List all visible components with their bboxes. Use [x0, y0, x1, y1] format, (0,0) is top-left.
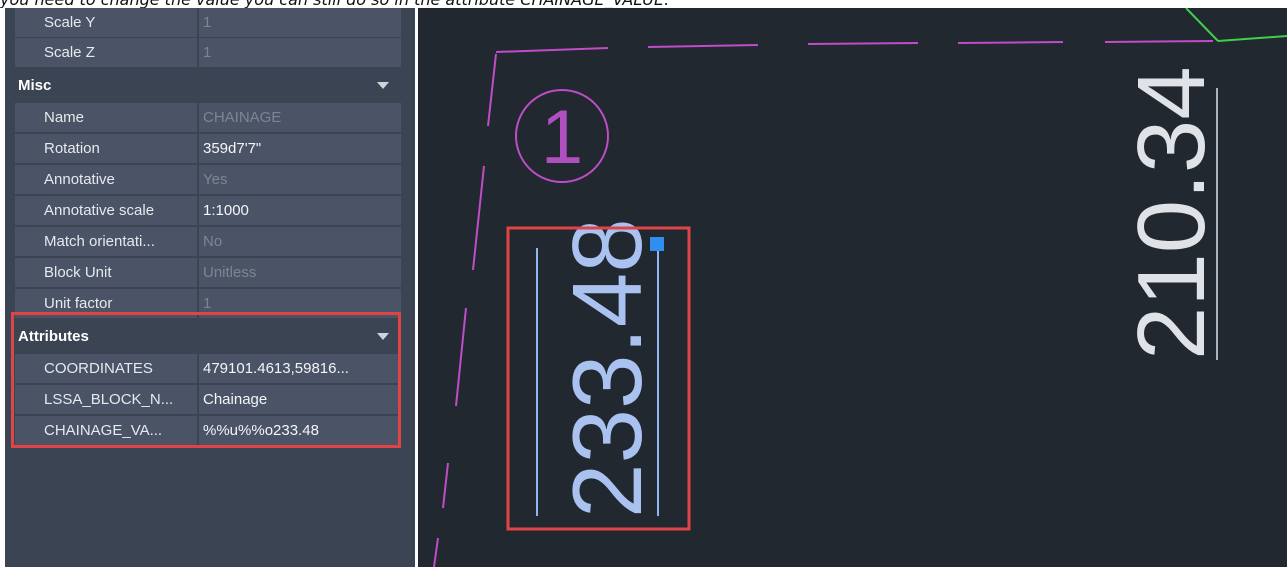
- property-row-scale-y[interactable]: Scale Y 1: [15, 8, 401, 38]
- property-label: Scale Z: [15, 38, 197, 67]
- property-label: Rotation: [15, 134, 197, 163]
- property-row-block-unit[interactable]: Block Unit Unitless: [15, 258, 401, 288]
- collapse-triangle-icon[interactable]: [377, 82, 389, 89]
- section-title: Misc: [18, 77, 52, 94]
- property-label: Scale Y: [15, 8, 197, 37]
- section-misc-header[interactable]: Misc: [10, 71, 401, 101]
- drawing-canvas[interactable]: 1 233.48 210.34: [418, 7, 1287, 568]
- property-row-match-orientation[interactable]: Match orientati... No: [15, 227, 401, 257]
- property-value[interactable]: 1:1000: [199, 196, 401, 225]
- property-value: Yes: [199, 165, 401, 194]
- chainage-block[interactable]: 233.48: [536, 218, 664, 518]
- property-value: 1: [199, 38, 401, 67]
- property-label: Block Unit: [15, 258, 197, 287]
- chainage-text[interactable]: 233.48: [552, 218, 662, 518]
- property-value: 1: [199, 8, 401, 37]
- distance-text[interactable]: 210.34: [1118, 66, 1225, 360]
- green-line: [1185, 7, 1287, 42]
- property-value: No: [199, 227, 401, 256]
- point-number-label: 1: [541, 95, 583, 180]
- property-row-scale-z[interactable]: Scale Z 1: [15, 38, 401, 68]
- property-row-rotation[interactable]: Rotation 359d7'7": [15, 134, 401, 164]
- property-row-name[interactable]: Name CHAINAGE: [15, 103, 401, 133]
- property-label: Match orientati...: [15, 227, 197, 256]
- property-value: CHAINAGE: [199, 103, 401, 132]
- property-value: Unitless: [199, 258, 401, 287]
- property-row-annotative-scale[interactable]: Annotative scale 1:1000: [15, 196, 401, 226]
- property-label: Name: [15, 103, 197, 132]
- grip-handle[interactable]: [650, 237, 664, 251]
- properties-panel: Scale Y 1 Scale Z 1 Misc Name CHAINAGE R…: [5, 8, 415, 567]
- instruction-caption: you need to change the value you can sti…: [0, 0, 1287, 8]
- attributes-highlight-box: [11, 312, 401, 448]
- property-label: Annotative scale: [15, 196, 197, 225]
- drawing-svg: 1 233.48 210.34: [433, 7, 1287, 568]
- property-value[interactable]: 359d7'7": [199, 134, 401, 163]
- property-row-annotative[interactable]: Annotative Yes: [15, 165, 401, 195]
- property-label: Annotative: [15, 165, 197, 194]
